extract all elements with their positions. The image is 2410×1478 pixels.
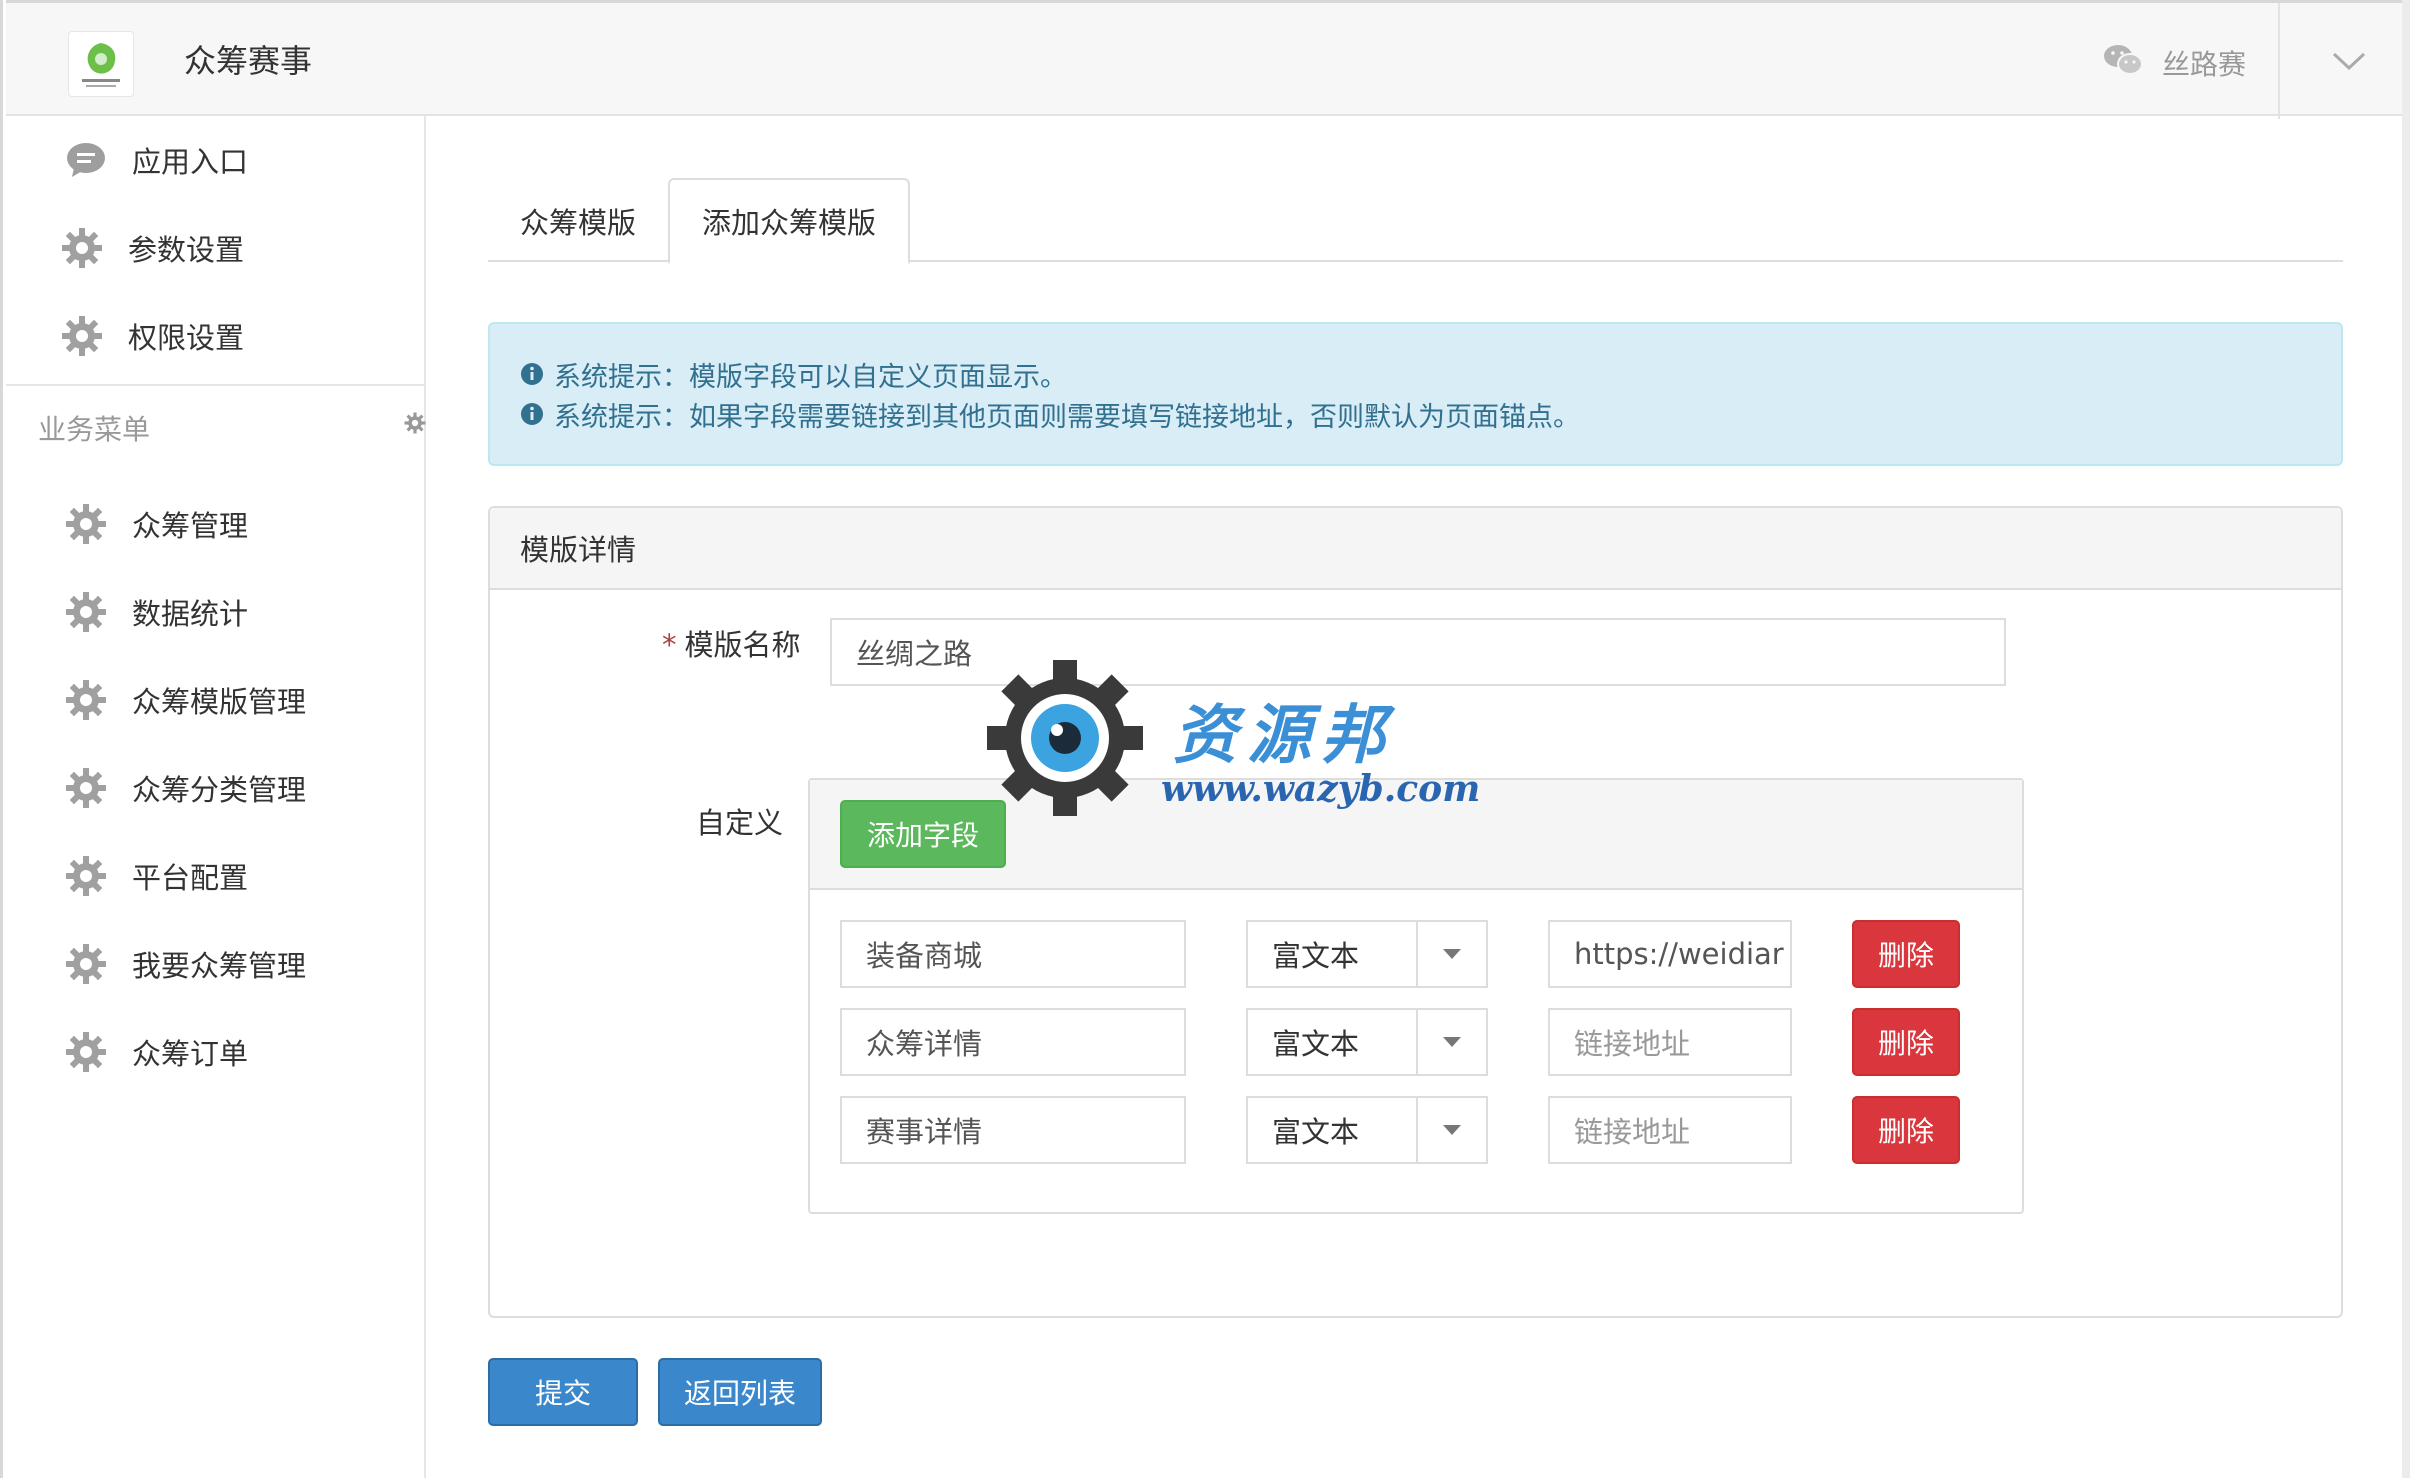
- app-logo: [68, 31, 134, 97]
- top-header: 众筹赛事 丝路赛: [6, 0, 2406, 119]
- field-name-input[interactable]: 装备商城: [840, 920, 1186, 988]
- header-divider: [2278, 3, 2280, 119]
- gear-icon[interactable]: [404, 412, 428, 436]
- alert-text: 系统提示：模版字段可以自定义页面显示。: [554, 361, 1067, 393]
- field-name-input[interactable]: 众筹详情: [840, 1008, 1186, 1076]
- field-name-input[interactable]: 赛事详情: [840, 1096, 1186, 1164]
- gear-icon: [60, 314, 104, 358]
- sidebar-item-template-mgmt[interactable]: 众筹模版管理: [64, 672, 306, 728]
- app-title: 众筹赛事: [184, 42, 313, 80]
- alert-line: 系统提示：模版字段可以自定义页面显示。: [520, 354, 2311, 394]
- field-type-value: 富文本: [1272, 939, 1360, 973]
- sidebar-item-permissions[interactable]: 权限设置: [60, 308, 244, 364]
- sidebar-item-my-crowdfunding[interactable]: 我要众筹管理: [64, 936, 306, 992]
- sidebar-item-label: 众筹订单: [132, 1037, 249, 1071]
- delete-field-button[interactable]: 删除: [1852, 920, 1960, 988]
- field-type-value: 富文本: [1272, 1027, 1360, 1061]
- sidebar-item-label: 应用入口: [132, 145, 249, 179]
- gear-eye-icon: [987, 660, 1143, 816]
- template-detail-panel: 模版详情 * 模版名称 丝绸之路 自定义 添加字段 装备商城 富文本 https:…: [488, 506, 2343, 1318]
- gear-icon: [64, 854, 108, 898]
- panel-title: 模版详情: [490, 508, 2341, 590]
- sidebar-item-params[interactable]: 参数设置: [60, 220, 244, 276]
- field-type-value: 富文本: [1272, 1115, 1360, 1149]
- sidebar-item-label: 众筹模版管理: [132, 685, 307, 719]
- watermark-title: 资源邦: [1173, 698, 1395, 773]
- gear-icon: [64, 590, 108, 634]
- back-to-list-button[interactable]: 返回列表: [658, 1358, 822, 1426]
- caret-down-icon: [1416, 1010, 1486, 1074]
- sidebar-divider: [6, 384, 424, 386]
- system-tip-alert: 系统提示：模版字段可以自定义页面显示。 系统提示：如果字段需要链接到其他页面则需…: [488, 322, 2343, 466]
- delete-field-button[interactable]: 删除: [1852, 1008, 1960, 1076]
- delete-field-button[interactable]: 删除: [1852, 1096, 1960, 1164]
- gear-icon: [64, 502, 108, 546]
- sidebar: 应用入口 参数设置 权限设置 业务菜单 众筹管理 数据统计 众筹模版管理 众筹分…: [6, 116, 426, 1478]
- field-type-select[interactable]: 富文本: [1246, 920, 1488, 988]
- field-type-select[interactable]: 富文本: [1246, 1008, 1488, 1076]
- field-link-input[interactable]: https://weidiar: [1548, 920, 1792, 988]
- field-link-input[interactable]: 链接地址: [1548, 1096, 1792, 1164]
- field-type-select[interactable]: 富文本: [1246, 1096, 1488, 1164]
- chevron-down-icon[interactable]: [2324, 41, 2374, 81]
- add-field-button[interactable]: 添加字段: [840, 800, 1006, 868]
- watermark: 资源邦 www.wazyb.com: [985, 660, 1480, 820]
- sidebar-item-label: 数据统计: [132, 597, 249, 631]
- tab-template-list[interactable]: 众筹模版: [488, 178, 668, 264]
- template-name-label: * 模版名称: [662, 622, 801, 664]
- sidebar-item-label: 参数设置: [128, 233, 245, 267]
- gear-icon: [60, 226, 104, 270]
- sidebar-item-statistics[interactable]: 数据统计: [64, 584, 248, 640]
- sidebar-item-category-mgmt[interactable]: 众筹分类管理: [64, 760, 306, 816]
- sidebar-item-crowdfunding[interactable]: 众筹管理: [64, 496, 248, 552]
- user-name: 丝路赛: [2161, 48, 2246, 81]
- sidebar-item-label: 我要众筹管理: [132, 949, 307, 983]
- sidebar-item-platform-config[interactable]: 平台配置: [64, 848, 248, 904]
- sidebar-item-app-entry[interactable]: 应用入口: [64, 132, 248, 188]
- sidebar-item-label: 平台配置: [132, 861, 249, 895]
- sidebar-item-label: 权限设置: [128, 321, 245, 355]
- required-marker: *: [662, 628, 677, 662]
- scrollbar[interactable]: [2402, 0, 2410, 1478]
- gear-icon: [64, 766, 108, 810]
- tab-add-template[interactable]: 添加众筹模版: [668, 178, 911, 264]
- sidebar-item-orders[interactable]: 众筹订单: [64, 1024, 248, 1080]
- caret-down-icon: [1416, 1098, 1486, 1162]
- alert-text: 系统提示：如果字段需要链接到其他页面则需要填写链接地址，否则默认为页面锚点。: [554, 401, 1580, 433]
- chat-bubble-icon: [64, 138, 108, 182]
- app-window: 众筹赛事 丝路赛 应用入口 参数设置 权限设置 业务菜单 众筹管理 数据统计 众…: [0, 0, 2410, 1478]
- field-link-input[interactable]: 链接地址: [1548, 1008, 1792, 1076]
- tab-bar: 众筹模版 添加众筹模版: [488, 178, 2343, 264]
- wechat-icon: [2102, 42, 2144, 85]
- info-icon: [520, 362, 544, 386]
- custom-fields-box: 添加字段 装备商城 富文本 https://weidiar 删除 众筹详情 富文…: [808, 778, 2024, 1214]
- custom-fields-label: 自定义: [696, 806, 784, 840]
- gear-icon: [64, 1030, 108, 1074]
- template-name-label-text: 模版名称: [684, 628, 801, 662]
- caret-down-icon: [1416, 922, 1486, 986]
- watermark-url: www.wazyb.com: [1161, 768, 1481, 810]
- sidebar-group-label: 业务菜单: [38, 413, 151, 446]
- submit-button[interactable]: 提交: [488, 1358, 638, 1426]
- user-menu[interactable]: 丝路赛: [2102, 43, 2246, 83]
- gear-icon: [64, 942, 108, 986]
- sidebar-item-label: 众筹管理: [132, 509, 249, 543]
- info-icon: [520, 402, 544, 426]
- alert-line: 系统提示：如果字段需要链接到其他页面则需要填写链接地址，否则默认为页面锚点。: [520, 394, 2311, 434]
- sidebar-item-label: 众筹分类管理: [132, 773, 307, 807]
- gear-icon: [64, 678, 108, 722]
